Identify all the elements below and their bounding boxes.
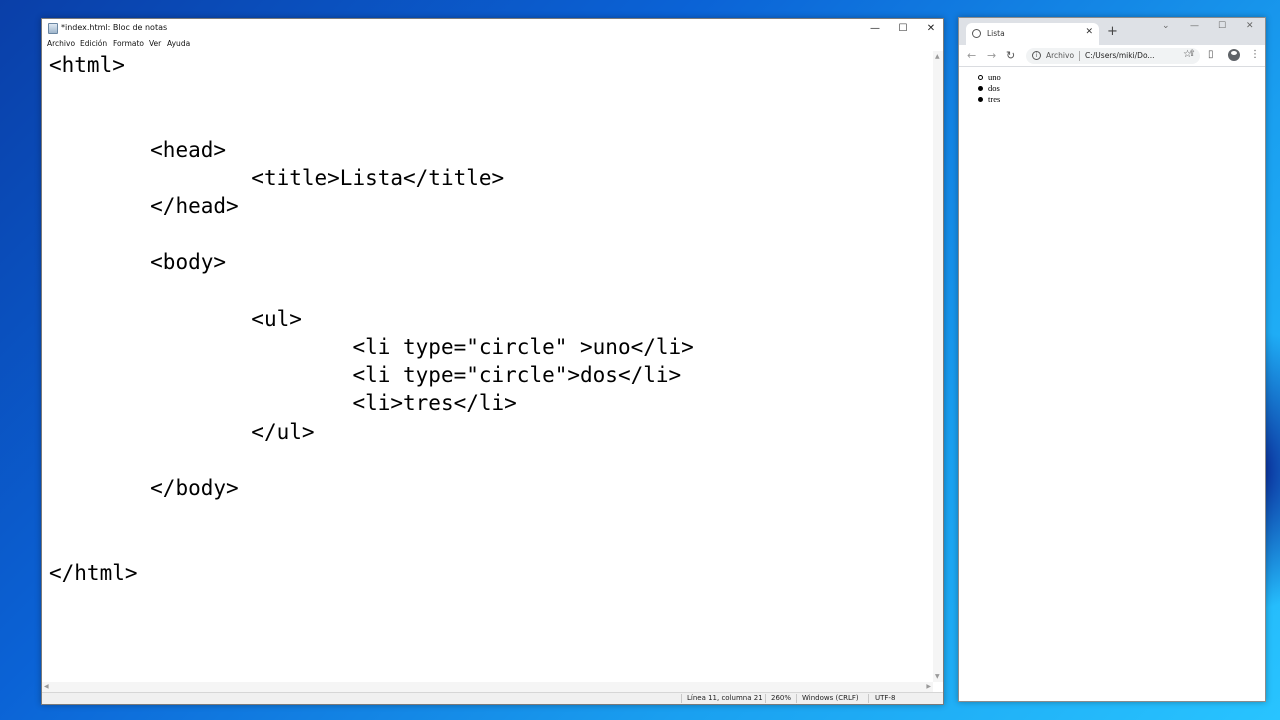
horizontal-scrollbar[interactable]: ◀ ▶ bbox=[42, 682, 933, 692]
address-url[interactable]: C:/Users/miki/Do... bbox=[1085, 51, 1155, 60]
scroll-down-icon[interactable]: ▼ bbox=[935, 673, 940, 680]
menu-ayuda[interactable]: Ayuda bbox=[167, 39, 190, 48]
side-panel-icon[interactable]: ▯ bbox=[1208, 49, 1214, 60]
menu-archivo[interactable]: Archivo bbox=[47, 39, 75, 48]
notepad-app-icon bbox=[48, 23, 58, 34]
status-encoding: UTF-8 bbox=[875, 694, 896, 702]
forward-icon[interactable]: → bbox=[987, 49, 996, 62]
new-tab-button[interactable]: + bbox=[1107, 24, 1118, 39]
scroll-right-icon[interactable]: ▶ bbox=[926, 683, 931, 690]
tab-title: Lista bbox=[987, 29, 1005, 38]
notepad-title: *index.html: Bloc de notas bbox=[61, 23, 168, 32]
rendered-list: uno dos tres bbox=[978, 72, 1001, 105]
browser-maximize-button[interactable]: ☐ bbox=[1218, 21, 1226, 31]
list-item: dos bbox=[978, 83, 1001, 94]
status-separator bbox=[796, 694, 797, 703]
browser-tab[interactable]: Lista ✕ bbox=[966, 23, 1099, 45]
browser-window: Lista ✕ + ⌄ — ☐ ✕ ← → ↻ i Archivo C:/Use… bbox=[958, 17, 1266, 702]
notepad-menubar: Archivo Edición Formato Ver Ayuda bbox=[42, 38, 943, 50]
scroll-up-icon[interactable]: ▲ bbox=[935, 53, 940, 60]
bookmark-star-icon[interactable]: ☆ bbox=[1183, 49, 1192, 60]
status-zoom: 260% bbox=[771, 694, 792, 702]
vertical-scrollbar[interactable]: ▲ ▼ bbox=[933, 51, 943, 682]
notepad-window: *index.html: Bloc de notas — ☐ ✕ Archivo… bbox=[41, 18, 944, 705]
tab-search-icon[interactable]: ⌄ bbox=[1162, 21, 1170, 31]
notepad-text-area[interactable]: <html> <head> <title>Lista</title> </hea… bbox=[42, 51, 933, 682]
circle-bullet-icon bbox=[978, 75, 983, 80]
menu-edicion[interactable]: Edición bbox=[80, 39, 107, 48]
status-separator bbox=[868, 694, 869, 703]
source-code[interactable]: <html> <head> <title>Lista</title> </hea… bbox=[49, 51, 694, 587]
browser-close-button[interactable]: ✕ bbox=[1246, 21, 1254, 31]
status-position: Línea 11, columna 21 bbox=[687, 694, 763, 702]
list-item-text: uno bbox=[988, 72, 1001, 82]
scroll-left-icon[interactable]: ◀ bbox=[44, 683, 49, 690]
notepad-statusbar: Línea 11, columna 21 260% Windows (CRLF)… bbox=[42, 692, 943, 704]
disc-bullet-icon bbox=[978, 97, 983, 102]
list-item-text: tres bbox=[988, 94, 1001, 104]
status-separator bbox=[681, 694, 682, 703]
browser-toolbar: ← → ↻ i Archivo C:/Users/miki/Do... ⇪ ☆ … bbox=[959, 45, 1265, 67]
address-bar[interactable]: i Archivo C:/Users/miki/Do... ⇪ bbox=[1026, 48, 1200, 64]
list-item: tres bbox=[978, 94, 1001, 105]
reload-icon[interactable]: ↻ bbox=[1006, 49, 1015, 62]
tab-close-icon[interactable]: ✕ bbox=[1085, 27, 1093, 37]
minimize-button[interactable]: — bbox=[861, 19, 889, 37]
list-item-text: dos bbox=[988, 83, 1000, 93]
close-button[interactable]: ✕ bbox=[917, 19, 945, 37]
menu-ver[interactable]: Ver bbox=[149, 39, 161, 48]
list-item: uno bbox=[978, 72, 1001, 83]
status-line-ending: Windows (CRLF) bbox=[802, 694, 859, 702]
status-separator bbox=[765, 694, 766, 703]
notepad-titlebar[interactable]: *index.html: Bloc de notas — ☐ ✕ bbox=[42, 19, 943, 37]
kebab-menu-icon[interactable]: ⋮ bbox=[1250, 49, 1260, 60]
profile-avatar-icon[interactable] bbox=[1228, 49, 1240, 61]
address-separator bbox=[1079, 51, 1080, 61]
disc-bullet-icon bbox=[978, 86, 983, 91]
menu-formato[interactable]: Formato bbox=[113, 39, 144, 48]
browser-tabstrip: Lista ✕ + ⌄ — ☐ ✕ bbox=[959, 18, 1265, 45]
globe-icon bbox=[972, 29, 981, 38]
address-scheme-label: Archivo bbox=[1046, 51, 1075, 60]
browser-minimize-button[interactable]: — bbox=[1190, 21, 1199, 31]
maximize-button[interactable]: ☐ bbox=[889, 19, 917, 37]
info-icon[interactable]: i bbox=[1032, 51, 1041, 60]
browser-viewport: uno dos tres bbox=[959, 68, 1265, 701]
back-icon[interactable]: ← bbox=[967, 49, 976, 62]
